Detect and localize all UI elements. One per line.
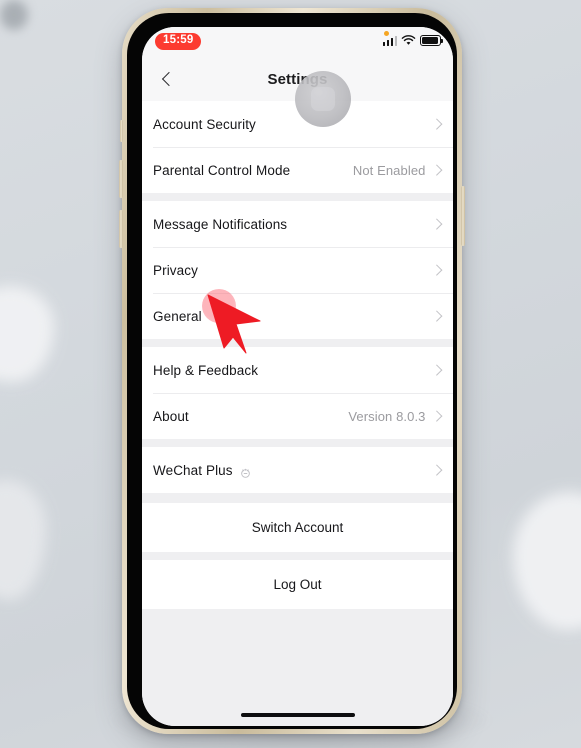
row-value: Not Enabled [352,162,426,178]
row-value-version: Version 8.0.3 [348,408,426,424]
row-label: About [153,408,189,424]
group-separator [142,193,453,201]
action-group-switch-account: Switch Account [142,503,453,552]
background-object-left-bottom [0,480,46,600]
volume-down-button[interactable] [119,210,123,248]
screenshot-scene: 15:59 Settings Account Security Parental… [0,0,581,748]
status-time: 15:59 [155,33,202,50]
chevron-right-icon [430,464,442,476]
chevron-right-icon [430,118,442,130]
chevron-right-icon [430,364,442,376]
row-label: Account Security [153,116,256,132]
settings-row-about[interactable]: About Version 8.0.3 [142,393,453,439]
plus-badge-icon [240,466,251,478]
background-object-right [513,492,581,630]
mute-switch[interactable] [120,120,123,142]
back-button[interactable] [150,57,184,101]
settings-row-privacy[interactable]: Privacy [142,247,453,293]
chevron-right-icon [430,264,442,276]
settings-row-general[interactable]: General [142,293,453,339]
home-indicator[interactable] [240,712,355,717]
chevron-right-icon [430,218,442,230]
phone-screen: 15:59 Settings Account Security Parental… [142,27,453,726]
chevron-left-icon [161,71,176,87]
group-separator [142,493,453,503]
switch-account-button[interactable]: Switch Account [142,503,453,552]
row-label: Help & Feedback [153,362,259,378]
row-label: Parental Control Mode [153,162,291,178]
settings-row-wechat-plus[interactable]: WeChat Plus [142,447,453,493]
settings-group-plus: WeChat Plus [142,447,453,493]
battery-icon [420,35,443,46]
cellular-signal-icon [382,36,397,46]
settings-row-help-and-feedback[interactable]: Help & Feedback [142,347,453,393]
chevron-right-icon [430,410,442,422]
recording-dot-icon [384,31,389,36]
phone-bezel: 15:59 Settings Account Security Parental… [127,13,457,729]
action-group-log-out: Log Out [142,560,453,609]
settings-group-account: Account Security Parental Control Mode N… [142,101,453,193]
row-label: General [153,308,202,324]
settings-group-support: Help & Feedback About Version 8.0.3 [142,347,453,439]
settings-row-parental-control-mode[interactable]: Parental Control Mode Not Enabled [142,147,453,193]
group-separator [142,439,453,447]
assistive-touch-button[interactable] [295,71,351,127]
chevron-right-icon [430,310,442,322]
volume-up-button[interactable] [119,160,123,198]
settings-group-preferences: Message Notifications Privacy General [142,201,453,339]
settings-list: Account Security Parental Control Mode N… [142,101,453,726]
chevron-right-icon [430,164,442,176]
status-bar: 15:59 [142,27,453,57]
wifi-icon [401,35,416,45]
log-out-button[interactable]: Log Out [142,560,453,609]
phone-device: 15:59 Settings Account Security Parental… [119,8,465,734]
row-label: Message Notifications [153,216,288,232]
power-button[interactable] [461,186,465,246]
row-label: Privacy [153,262,198,278]
group-separator [142,552,453,560]
background-object-left-top [0,286,54,382]
group-separator [142,339,453,347]
status-icons [382,31,443,46]
row-label: WeChat Plus [153,462,233,478]
settings-row-message-notifications[interactable]: Message Notifications [142,201,453,247]
background-object-dark [0,0,28,30]
